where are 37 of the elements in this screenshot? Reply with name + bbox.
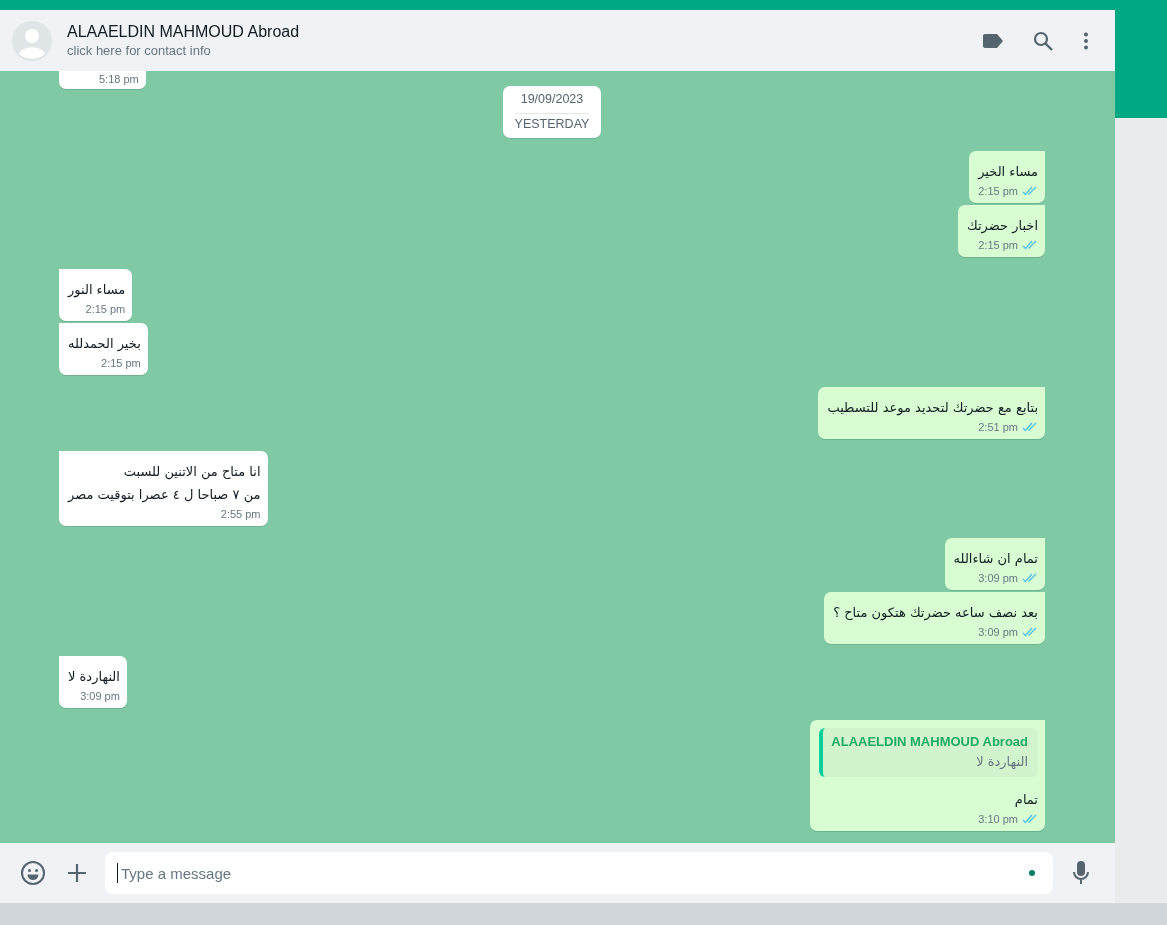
emoji-icon[interactable] [20,860,46,886]
message-text: بعد نصف ساعه حضرتك هتكون متاح ؟ [833,604,1038,623]
message-text: بتابع مع حضرتك لتحديد موعد للتسطيب [827,399,1038,418]
message-text: مساء النور [68,281,126,300]
contact-name[interactable]: ALAAELDIN MAHMOUD Abroad [67,23,983,41]
label-icon[interactable] [983,33,1003,48]
message-text: من ٧ صباحا ل ٤ عصرا بتوقيت مصر [68,486,261,505]
message-input[interactable]: Type a message [105,852,1053,894]
message-time: 3:09 pm [80,690,120,702]
message-time: 3:10 pm [978,813,1018,825]
message-time: 3:09 pm [978,572,1018,584]
microphone-icon[interactable] [1073,861,1089,885]
message-time: 2:51 pm [978,421,1018,433]
message-time: 3:09 pm [978,626,1018,638]
date-text: 19/09/2023 [520,92,584,106]
message-time: 2:15 pm [978,239,1018,251]
message-text: تمام ان شاءالله [953,550,1038,568]
quoted-text: النهاردة لا [976,754,1028,769]
text-cursor [117,863,118,883]
search-icon[interactable] [1033,30,1053,51]
message-text: تمام [1014,791,1038,809]
message-text: النهاردة لا [68,668,120,686]
dot-icon [1029,870,1035,876]
message-text: مساء الخير [978,163,1038,181]
message-time: 5:18 pm [99,73,139,85]
message-text: اخبار حضرتك [967,217,1038,236]
menu-icon[interactable] [1083,31,1089,50]
message-text: انا متاح من الاتنين للسبت [123,463,261,482]
contact-info-link[interactable]: click here for contact info [67,43,983,58]
plus-icon[interactable] [67,863,87,883]
message-time: 2:55 pm [220,508,261,520]
quoted-sender: ALAAELDIN MAHMOUD Abroad [831,734,1028,749]
message-time: 2:15 pm [85,303,126,315]
message-time: 2:15 pm [101,357,141,369]
day-label: YESTERDAY [514,113,590,131]
message-time: 2:15 pm [978,185,1018,197]
message-text: بخير الحمدلله [68,335,141,354]
